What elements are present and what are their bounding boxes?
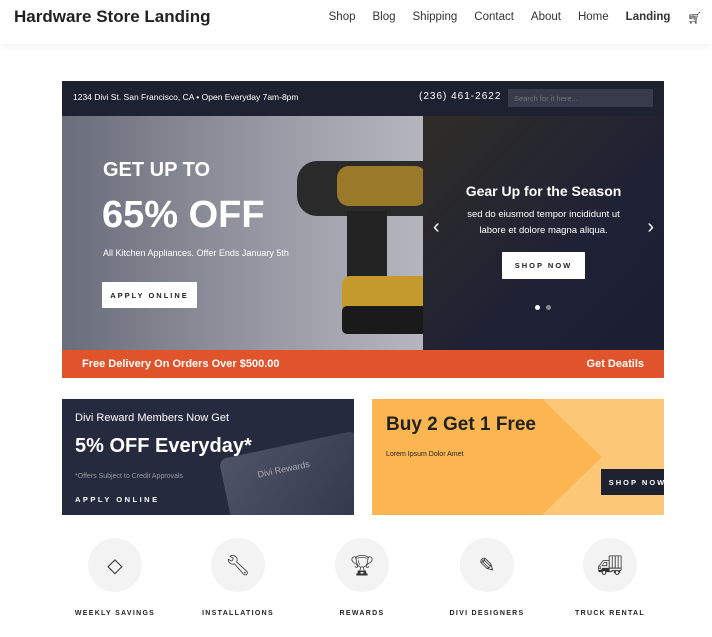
address: 1234 Divi St. San Francisco, CA • Open E… — [73, 92, 299, 102]
feature-weekly-savings[interactable]: ◇ WEEKLY SAVINGS — [55, 538, 175, 617]
phone[interactable]: (236) 461-2622 — [419, 91, 501, 102]
nav-shop[interactable]: Shop — [329, 11, 356, 25]
promo-title: Buy 2 Get 1 Free — [386, 414, 536, 435]
promo-text: Lorem Ipsum Dolor Amet — [386, 451, 464, 458]
promo-card: Buy 2 Get 1 Free Lorem Ipsum Dolor Amet … — [372, 399, 664, 515]
info-bar: 1234 Divi St. San Francisco, CA • Open E… — [62, 81, 664, 116]
tag-icon: ◇ — [88, 538, 142, 592]
nav-about[interactable]: About — [531, 11, 561, 25]
next-arrow-icon[interactable]: › — [647, 216, 654, 239]
delivery-text: Free Delivery On Orders Over $500.00 — [82, 358, 280, 370]
slider: Gear Up for the Season sed do eiusmod te… — [423, 116, 664, 350]
site-header: Hardware Store Landing Shop Blog Shippin… — [0, 0, 712, 44]
rewards-card: Divi Rewards Divi Reward Members Now Get… — [62, 399, 354, 515]
drill-image — [297, 161, 423, 334]
rewards-line2: 5% OFF Everyday* — [75, 435, 252, 457]
nav-contact[interactable]: Contact — [474, 11, 514, 25]
nav-shipping[interactable]: Shipping — [413, 11, 458, 25]
promo-shop-now-button[interactable]: SHOP NOW — [601, 469, 664, 495]
main-nav: Shop Blog Shipping Contact About Home La… — [329, 11, 702, 25]
shop-now-button[interactable]: SHOP NOW — [502, 252, 585, 279]
cart-icon[interactable]: 🛒︎ — [687, 11, 702, 25]
nav-landing[interactable]: Landing — [626, 11, 671, 25]
delivery-bar: Free Delivery On Orders Over $500.00 Get… — [62, 350, 664, 378]
tools-icon: ✎ — [460, 538, 514, 592]
nav-blog[interactable]: Blog — [372, 11, 395, 25]
prev-arrow-icon[interactable]: ‹ — [433, 216, 440, 239]
rewards-apply-link[interactable]: APPLY ONLINE — [75, 495, 160, 504]
slide-dot-2[interactable] — [546, 305, 551, 310]
feature-truck-rental[interactable]: 🚚︎ TRUCK RENTAL — [550, 538, 670, 617]
feature-divi-designers[interactable]: ✎ DIVI DESIGNERS — [427, 538, 547, 617]
hero-discount: 65% OFF — [102, 194, 265, 236]
slide-text: sed do eiusmod tempor incididunt ut labo… — [467, 209, 620, 236]
hero-banner: GET UP TO 65% OFF All Kitchen Appliances… — [62, 116, 423, 350]
apply-online-button[interactable]: APPLY ONLINE — [102, 282, 197, 308]
feature-rewards[interactable]: 🏆︎ REWARDS — [302, 538, 422, 617]
slide-title: Gear Up for the Season — [465, 183, 622, 199]
rewards-note: *Offers Subject to Credit Approvals — [75, 473, 184, 480]
slide-dot-1[interactable] — [535, 305, 540, 310]
hero-subtext: All Kitchen Appliances. Offer Ends Janua… — [103, 248, 289, 258]
nav-home[interactable]: Home — [578, 11, 609, 25]
feature-installations[interactable]: 🔧︎ INSTALLATIONS — [178, 538, 298, 617]
trophy-icon: 🏆︎ — [335, 538, 389, 592]
site-logo[interactable]: Hardware Store Landing — [14, 7, 210, 27]
wrench-icon: 🔧︎ — [211, 538, 265, 592]
rewards-line1: Divi Reward Members Now Get — [75, 412, 230, 424]
details-link[interactable]: Get Deatils — [587, 358, 644, 370]
promo-shape — [542, 399, 664, 515]
truck-icon: 🚚︎ — [583, 538, 637, 592]
search-input[interactable] — [508, 89, 653, 107]
hero-line1: GET UP TO — [103, 159, 211, 181]
